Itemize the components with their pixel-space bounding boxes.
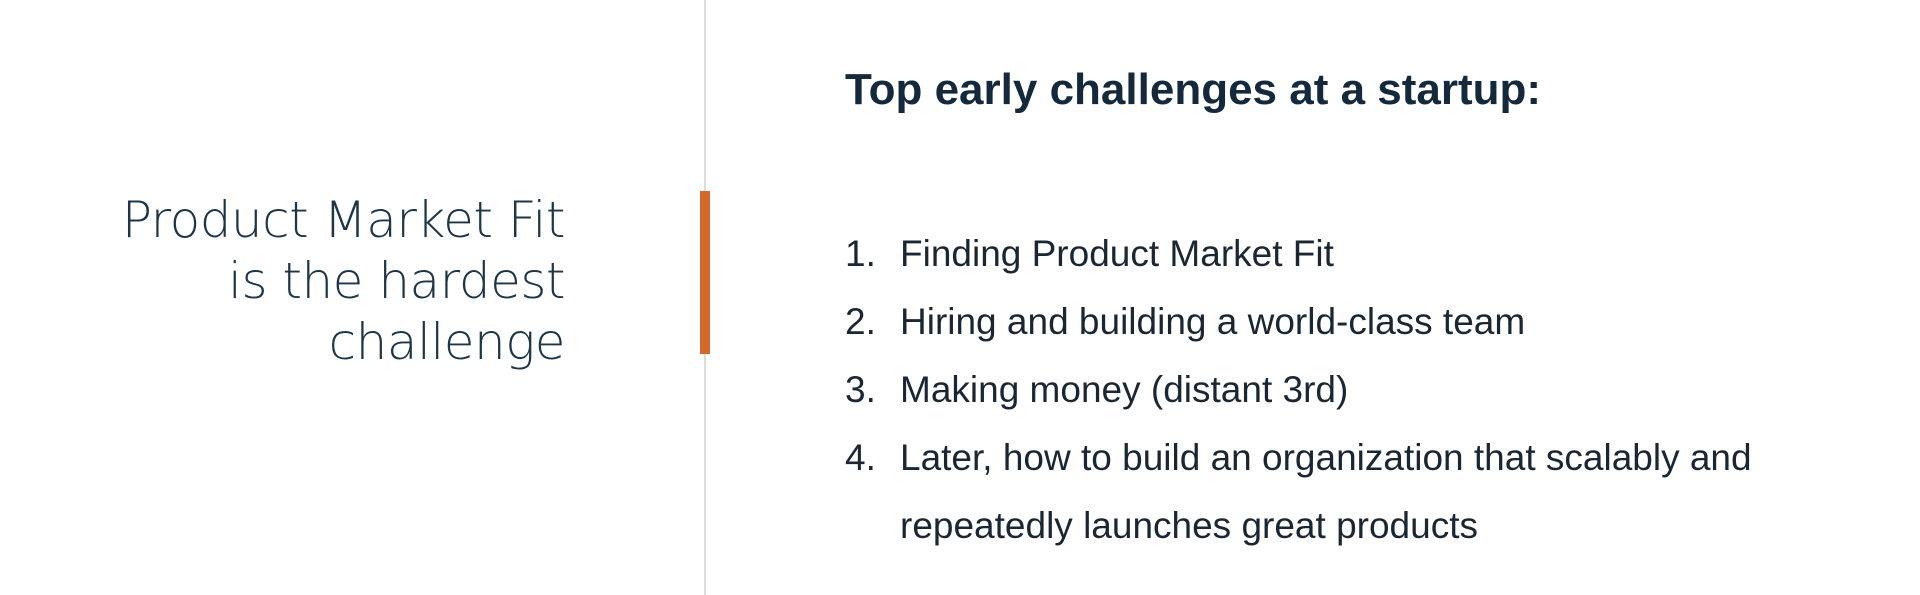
list-item-number: 4. bbox=[845, 437, 876, 478]
accent-bar bbox=[700, 191, 710, 354]
heading-line-3: challenge bbox=[328, 313, 566, 371]
list-item-text: Later, how to build an organization that… bbox=[900, 437, 1752, 546]
list-title: Top early challenges at a startup: bbox=[845, 65, 1542, 114]
list-item-number: 3. bbox=[845, 369, 876, 410]
challenge-list: 1. Finding Product Market Fit 2. Hiring … bbox=[845, 220, 1910, 560]
list-item-number: 2. bbox=[845, 301, 876, 342]
list-item-text: Finding Product Market Fit bbox=[900, 233, 1334, 274]
heading-line-1: Product Market Fit bbox=[121, 191, 566, 249]
list-item: 4. Later, how to build an organization t… bbox=[845, 424, 1910, 560]
list-item: 2. Hiring and building a world-class tea… bbox=[845, 288, 1910, 356]
slide-heading: Product Market Fit is the hardest challe… bbox=[121, 190, 566, 373]
list-item: 3. Making money (distant 3rd) bbox=[845, 356, 1910, 424]
slide: Product Market Fit is the hardest challe… bbox=[0, 0, 1920, 595]
list-item-number: 1. bbox=[845, 233, 876, 274]
list-item-text: Making money (distant 3rd) bbox=[900, 369, 1349, 410]
heading-line-2: is the hardest bbox=[228, 252, 565, 310]
list-item-text: Hiring and building a world-class team bbox=[900, 301, 1526, 342]
list-item: 1. Finding Product Market Fit bbox=[845, 220, 1910, 288]
